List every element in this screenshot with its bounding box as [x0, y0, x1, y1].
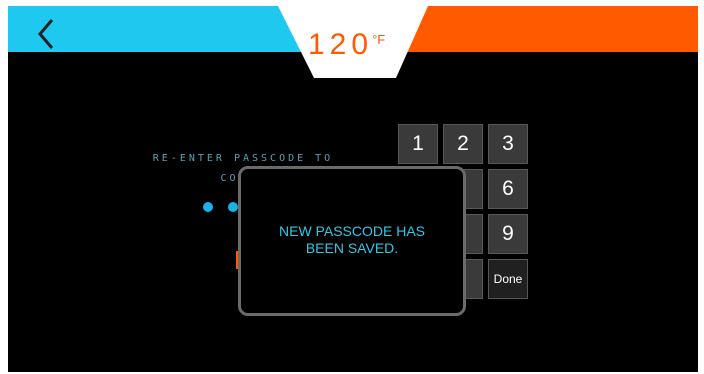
dialog-message: NEW PASSCODE HAS BEEN SAVED.: [279, 223, 425, 256]
passcode-dot: [228, 202, 238, 212]
key-2[interactable]: 2: [443, 124, 483, 164]
confirmation-dialog[interactable]: NEW PASSCODE HAS BEEN SAVED.: [238, 166, 466, 316]
key-6[interactable]: 6: [488, 169, 528, 209]
key-9[interactable]: 9: [488, 214, 528, 254]
passcode-dot: [203, 202, 213, 212]
done-button[interactable]: Done: [488, 259, 528, 299]
back-button[interactable]: [32, 16, 62, 52]
temperature-value: 120: [308, 28, 374, 61]
screen: 120 °F RE-ENTER PASSCODE TO CON 1 2 3 6 …: [8, 6, 698, 372]
key-1[interactable]: 1: [398, 124, 438, 164]
temperature-display: 120 °F: [308, 28, 418, 64]
chevron-left-icon: [38, 19, 54, 49]
header-bar: 120 °F: [8, 6, 698, 80]
temperature-unit: °F: [372, 32, 386, 47]
key-3[interactable]: 3: [488, 124, 528, 164]
